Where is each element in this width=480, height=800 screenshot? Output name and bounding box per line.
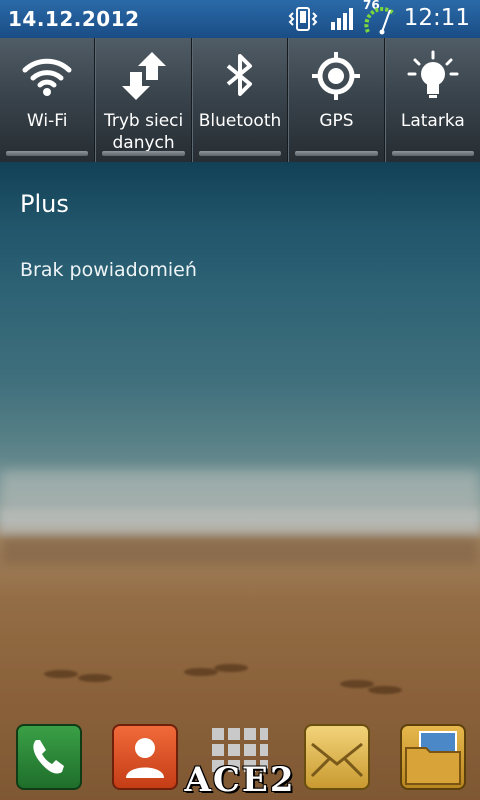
bluetooth-icon	[226, 54, 253, 96]
watermark-text: ACE2	[184, 760, 296, 800]
wifi-icon	[22, 58, 72, 96]
flashlight-icon	[407, 50, 459, 98]
signal-icon	[331, 8, 353, 30]
toggle-flashlight[interactable]: Latarka	[384, 38, 480, 162]
toggle-indicator	[295, 151, 378, 156]
toggle-indicator	[102, 151, 185, 156]
status-time: 12:11	[403, 5, 470, 31]
battery-icon	[364, 7, 396, 35]
toggle-bluetooth[interactable]: Bluetooth	[191, 38, 289, 162]
tile-label: Bluetooth	[198, 111, 282, 131]
tile-label: Wi-Fi	[26, 111, 68, 131]
tile-label: Tryb sieci danych	[103, 111, 184, 153]
tile-label: GPS	[319, 111, 354, 131]
quick-settings-panel: Wi-Fi Tryb sieci danych Bluetooth GPS La…	[0, 38, 480, 162]
toggle-indicator	[198, 151, 282, 156]
toggle-data-mode[interactable]: Tryb sieci danych	[95, 38, 192, 162]
status-bar: 14.12.2012 76 12:11	[0, 0, 480, 38]
data-mode-icon	[121, 52, 166, 100]
operator-name: Plus	[20, 190, 69, 218]
toggle-wifi[interactable]: Wi-Fi	[0, 38, 96, 162]
toggle-gps[interactable]: GPS	[288, 38, 385, 162]
empty-notifications-text: Brak powiadomień	[20, 259, 197, 281]
tile-label: Latarka	[400, 111, 465, 131]
status-date: 14.12.2012	[8, 7, 140, 31]
gps-icon	[312, 52, 361, 100]
shade-overlay	[0, 160, 480, 800]
toggle-indicator	[6, 151, 89, 156]
vibrate-icon	[288, 7, 318, 31]
toggle-indicator	[391, 151, 475, 156]
